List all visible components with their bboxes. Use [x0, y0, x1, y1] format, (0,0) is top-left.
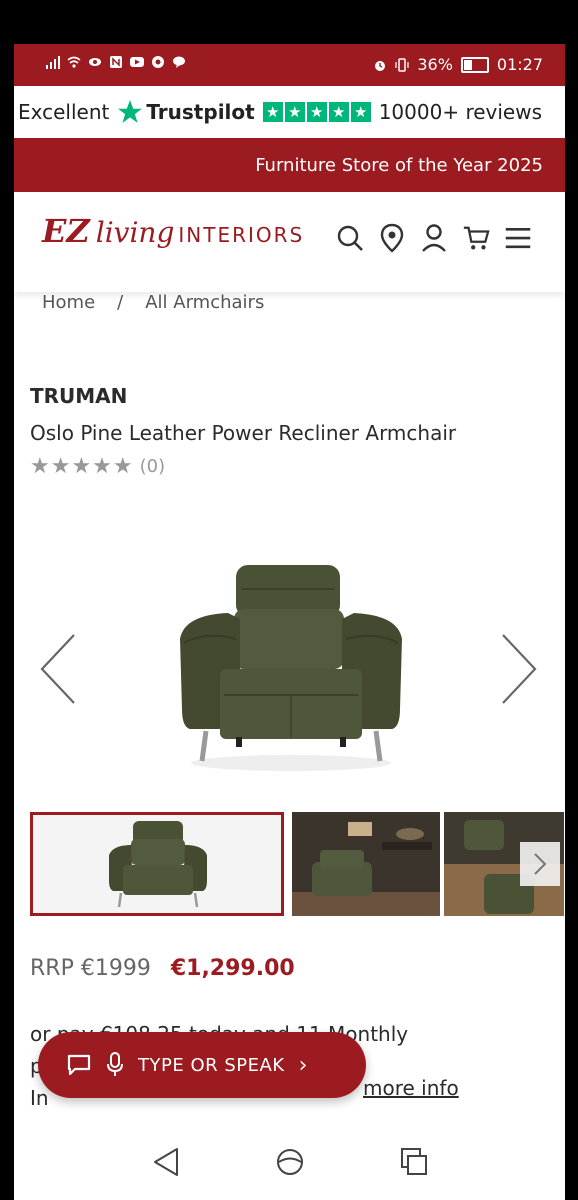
breadcrumb: Home / All Armchairs [42, 292, 264, 313]
recents-icon [400, 1148, 427, 1175]
product-rating[interactable]: ★★★★★ (0) [30, 454, 165, 479]
chrome-icon [152, 56, 164, 68]
thumbnail-1-selected[interactable] [30, 812, 284, 916]
search-icon[interactable] [336, 222, 364, 254]
chevron-right-icon: › [298, 1052, 308, 1078]
alarm-icon [375, 60, 386, 71]
status-icons-left [46, 55, 186, 69]
cart-icon[interactable] [462, 222, 490, 254]
breadcrumb-separator: / [117, 292, 124, 313]
clock: 01:27 [496, 55, 543, 74]
logo-living: living [95, 216, 175, 249]
voice-assistant-button[interactable]: TYPE OR SPEAK › [38, 1032, 366, 1098]
voice-label: TYPE OR SPEAK [138, 1054, 285, 1076]
home-button[interactable] [272, 1144, 308, 1180]
site-logo[interactable]: EZ living INTERIORS [42, 212, 304, 250]
chevron-right-icon [534, 853, 547, 875]
star-icon: ★ [350, 102, 371, 122]
battery-percent: 36% [417, 55, 453, 74]
more-info-link[interactable]: more info [363, 1076, 459, 1100]
product-brand: TRUMAN [30, 384, 128, 408]
microphone-icon [107, 1052, 123, 1076]
back-button[interactable] [148, 1144, 184, 1180]
status-bar: 36% 01:27 [14, 44, 565, 86]
eye-icon [89, 58, 101, 66]
product-title: Oslo Pine Leather Power Recliner Armchai… [30, 421, 457, 445]
wifi-icon [67, 56, 81, 68]
breadcrumb-home[interactable]: Home [42, 292, 95, 313]
trustpilot-reviews: 10000+ reviews [378, 100, 543, 124]
menu-icon[interactable] [504, 222, 532, 254]
youtube-icon [130, 57, 144, 67]
recents-button[interactable] [396, 1144, 432, 1180]
price-block: RRP €1999 €1,299.00 [30, 956, 295, 981]
account-icon[interactable] [420, 222, 448, 254]
rrp-price: RRP €1999 [30, 956, 151, 981]
star-icon: ★ [328, 102, 349, 122]
breadcrumb-category[interactable]: All Armchairs [145, 292, 264, 313]
product-main-image[interactable] [176, 559, 406, 779]
nfc-icon [110, 56, 122, 68]
chat-bubble-icon [173, 56, 185, 68]
site-header: EZ living INTERIORS [14, 192, 565, 292]
back-icon [153, 1148, 178, 1176]
battery-icon [460, 56, 489, 73]
star-icon: ★ [262, 102, 283, 122]
header-icons [336, 222, 532, 254]
logo-interiors: INTERIORS [178, 223, 305, 247]
star-icon: ★ [284, 102, 305, 122]
trustpilot-rating-word: Excellent [18, 100, 110, 124]
rating-stars: ★★★★★ [30, 454, 134, 479]
product-gallery [14, 549, 565, 789]
trustpilot-stars: ★ ★ ★ ★ ★ [262, 102, 371, 122]
thumbnail-2[interactable] [292, 812, 440, 916]
logo-ez: EZ [42, 212, 90, 250]
thumbnail-next-button[interactable] [520, 842, 560, 886]
thumbnail-room-image [292, 812, 440, 916]
award-banner: Furniture Store of the Year 2025 [14, 138, 565, 192]
thumbnail-chair-image [109, 821, 207, 908]
vibrate-icon [395, 57, 409, 72]
sale-price: €1,299.00 [170, 956, 295, 981]
trustpilot-bar[interactable]: Excellent Trustpilot ★ ★ ★ ★ ★ 10000+ re… [14, 86, 565, 138]
phone-screen: 36% 01:27 Excellent Trustpilot ★ ★ ★ ★ ★… [14, 44, 565, 1200]
star-icon: ★ [306, 102, 327, 122]
thumbnail-strip [30, 812, 564, 920]
signal-icon [46, 56, 60, 69]
trustpilot-star-icon [118, 100, 143, 123]
chat-icon [67, 1054, 91, 1076]
gallery-prev-icon[interactable] [38, 629, 78, 709]
gallery-next-icon[interactable] [499, 629, 539, 709]
review-count: (0) [139, 456, 166, 477]
store-location-icon[interactable] [378, 222, 406, 254]
status-icons-right: 36% 01:27 [373, 55, 543, 74]
trustpilot-brand: Trustpilot [146, 100, 255, 124]
android-nav-bar [14, 1124, 565, 1200]
award-text: Furniture Store of the Year 2025 [255, 154, 543, 176]
trustpilot-logo: Trustpilot [117, 99, 255, 125]
home-icon [276, 1149, 303, 1175]
